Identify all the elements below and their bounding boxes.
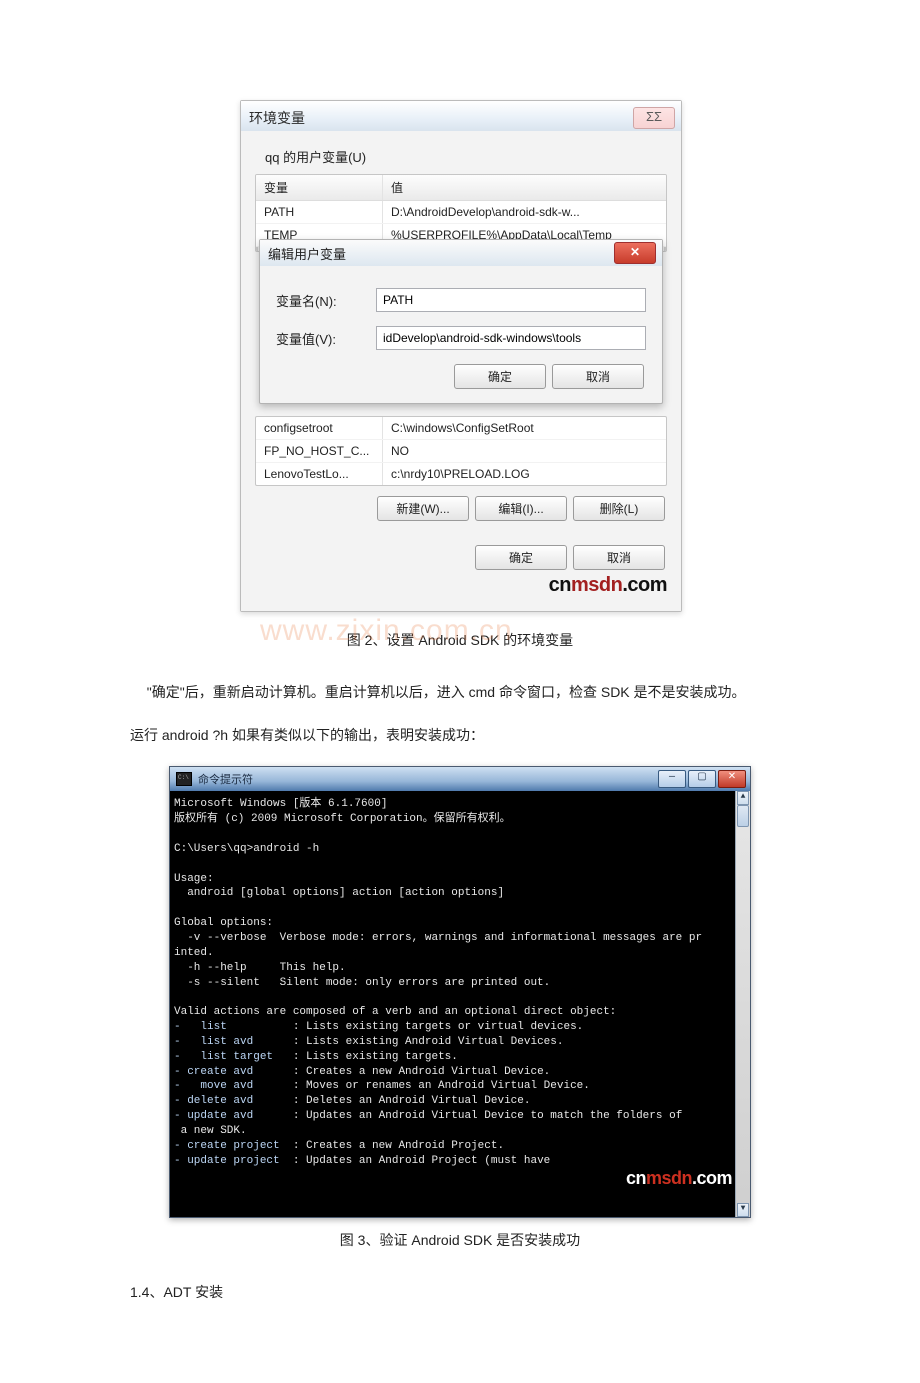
system-vars-table: configsetroot C:\windows\ConfigSetRoot F…: [255, 416, 667, 486]
figure-caption-3: 图 3、验证 Android SDK 是否安装成功: [130, 1230, 790, 1250]
col-header-value: 值: [383, 175, 666, 200]
body-paragraph: "确定"后，重新启动计算机。重启计算机以后，进入 cmd 命令窗口，检查 SDK…: [130, 680, 790, 705]
var-name-input[interactable]: [376, 288, 646, 312]
new-button[interactable]: 新建(W)...: [377, 496, 469, 521]
var-name-label: 变量名(N):: [276, 291, 376, 310]
env-variables-dialog: 环境变量 ΣΣ qq 的用户变量(U) 变量 值 PATH D:\Android…: [240, 100, 682, 612]
cmd-icon: [176, 772, 192, 786]
var-value-label: 变量值(V):: [276, 329, 376, 348]
edit-user-var-dialog: 编辑用户变量 ✕ 变量名(N): 变量值(V): 确定 取消: [259, 239, 663, 404]
body-paragraph: 运行 android ?h 如果有类似以下的输出，表明安装成功：: [130, 723, 790, 748]
minimize-icon[interactable]: —: [658, 770, 686, 788]
close-icon[interactable]: ✕: [718, 770, 746, 788]
brand-watermark: cnmsdn.com: [255, 574, 667, 597]
close-icon[interactable]: ΣΣ: [633, 107, 675, 129]
user-vars-group-label: qq 的用户变量(U): [265, 147, 667, 166]
section-heading: 1.4、ADT 安装: [130, 1280, 790, 1305]
cmd-window: 命令提示符 — ▢ ✕ Microsoft Windows [版本 6.1.76…: [169, 766, 751, 1218]
table-row[interactable]: FP_NO_HOST_C... NO: [256, 440, 666, 463]
close-icon[interactable]: ✕: [614, 242, 656, 264]
dialog-title: 环境变量: [249, 108, 305, 128]
edit-button[interactable]: 编辑(I)...: [475, 496, 567, 521]
scroll-thumb[interactable]: [737, 805, 749, 827]
cancel-button[interactable]: 取消: [552, 364, 644, 389]
brand-watermark: cnmsdn.com: [590, 1142, 732, 1215]
col-header-var: 变量: [256, 175, 383, 200]
delete-button[interactable]: 删除(L): [573, 496, 665, 521]
scroll-down-icon[interactable]: ▼: [737, 1203, 749, 1217]
scroll-up-icon[interactable]: ▲: [737, 791, 749, 805]
dialog-titlebar: 环境变量 ΣΣ: [241, 101, 681, 131]
figure-caption-2: 图 2、设置 Android SDK 的环境变量: [130, 630, 790, 650]
cmd-scrollbar[interactable]: ▲ ▼: [735, 791, 750, 1217]
table-row[interactable]: LenovoTestLo... c:\nrdy10\PRELOAD.LOG: [256, 463, 666, 485]
cmd-output: Microsoft Windows [版本 6.1.7600] 版权所有 (c)…: [170, 791, 750, 1217]
cmd-title-text: 命令提示符: [198, 771, 253, 787]
ok-button[interactable]: 确定: [475, 545, 567, 570]
table-row[interactable]: PATH D:\AndroidDevelop\android-sdk-w...: [256, 201, 666, 224]
edit-dialog-title: 编辑用户变量: [268, 244, 346, 263]
table-row[interactable]: configsetroot C:\windows\ConfigSetRoot: [256, 417, 666, 440]
ok-button[interactable]: 确定: [454, 364, 546, 389]
maximize-icon[interactable]: ▢: [688, 770, 716, 788]
cancel-button[interactable]: 取消: [573, 545, 665, 570]
var-value-input[interactable]: [376, 326, 646, 350]
cmd-titlebar: 命令提示符 — ▢ ✕: [170, 767, 750, 791]
